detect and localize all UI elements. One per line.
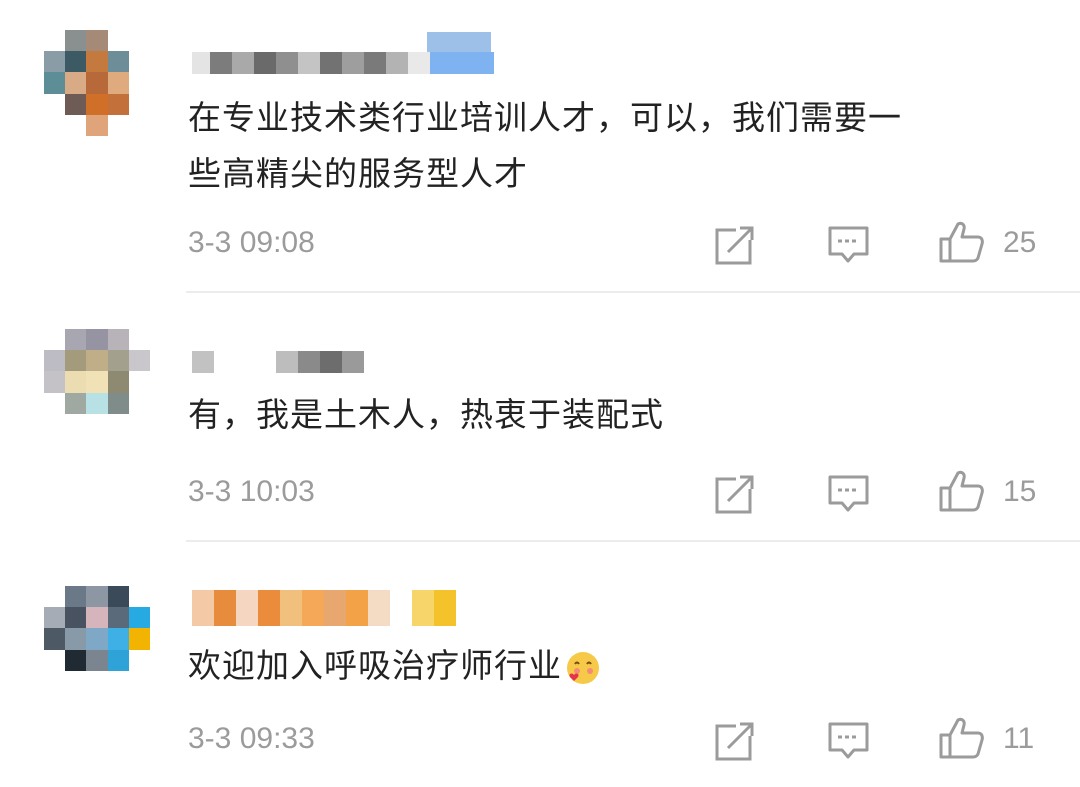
share-icon[interactable] bbox=[714, 720, 756, 762]
username-badge bbox=[427, 32, 491, 52]
comment-icon[interactable] bbox=[827, 473, 871, 515]
timestamp: 3-3 10:03 bbox=[188, 475, 315, 508]
like-count: 11 bbox=[1003, 722, 1035, 755]
username[interactable] bbox=[192, 351, 364, 373]
username[interactable] bbox=[192, 590, 456, 626]
thumbs-up-icon[interactable] bbox=[938, 469, 986, 513]
avatar[interactable] bbox=[44, 586, 150, 692]
thumbs-up-icon[interactable] bbox=[938, 716, 986, 760]
avatar[interactable] bbox=[44, 329, 150, 435]
timestamp: 3-3 09:33 bbox=[188, 722, 315, 755]
like-count: 15 bbox=[1003, 475, 1037, 508]
thumbs-up-icon[interactable] bbox=[938, 220, 986, 264]
share-icon[interactable] bbox=[714, 473, 756, 515]
comment-item: 欢迎加入呼吸治疗师行业 3-3 09:33 11 bbox=[0, 542, 1080, 787]
timestamp: 3-3 09:08 bbox=[188, 226, 315, 259]
share-icon[interactable] bbox=[714, 224, 756, 266]
comment-text: 在专业技术类行业培训人才，可以，我们需要一 些高精尖的服务型人才 bbox=[188, 90, 902, 202]
comment-text-line: 欢迎加入呼吸治疗师行业 bbox=[188, 638, 602, 694]
comment-text: 欢迎加入呼吸治疗师行业 bbox=[188, 638, 602, 694]
username[interactable] bbox=[192, 52, 494, 74]
avatar[interactable] bbox=[44, 30, 150, 136]
comment-text-line: 些高精尖的服务型人才 bbox=[188, 154, 528, 193]
comment-text-line: 在专业技术类行业培训人才，可以，我们需要一 bbox=[188, 98, 902, 137]
comment-text-line: 有，我是土木人，热衷于装配式 bbox=[188, 395, 664, 434]
comment-text: 有，我是土木人，热衷于装配式 bbox=[188, 387, 664, 443]
comment-item: 在专业技术类行业培训人才，可以，我们需要一 些高精尖的服务型人才 3-3 09:… bbox=[0, 0, 1080, 292]
comment-icon[interactable] bbox=[827, 224, 871, 266]
blush-emoji-icon bbox=[567, 651, 599, 684]
like-count: 25 bbox=[1003, 226, 1037, 259]
comment-item: 有，我是土木人，热衷于装配式 3-3 10:03 15 bbox=[0, 293, 1080, 541]
comment-text-content: 欢迎加入呼吸治疗师行业 bbox=[188, 646, 562, 685]
comment-icon[interactable] bbox=[827, 720, 871, 762]
